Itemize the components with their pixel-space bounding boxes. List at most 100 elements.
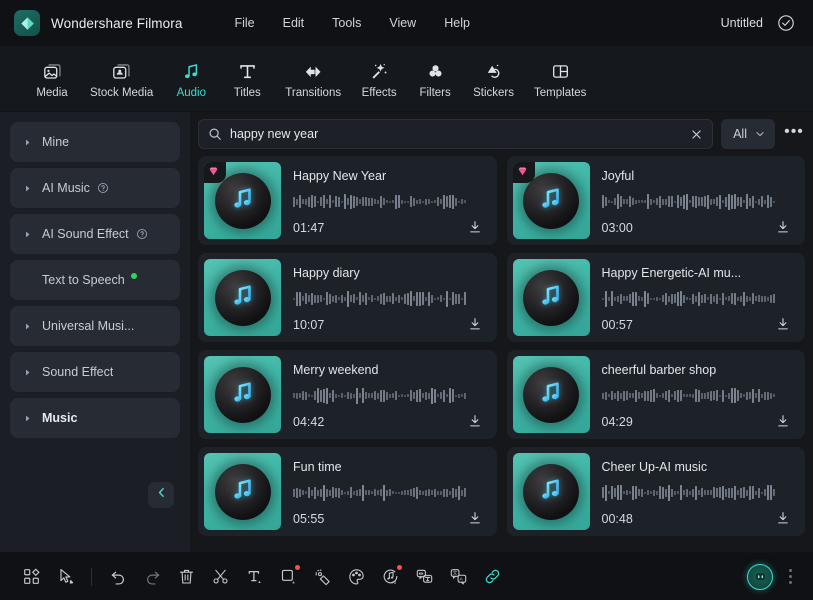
ai-audio-button[interactable]: AI <box>373 560 407 594</box>
audio-result-card[interactable]: Happy diary 10:07 <box>198 253 497 342</box>
search-input[interactable] <box>230 127 683 141</box>
download-icon[interactable] <box>467 316 483 332</box>
clear-search-icon[interactable] <box>690 128 703 141</box>
audio-track-title: Joyful <box>601 169 635 183</box>
layout-grid-icon <box>22 567 41 586</box>
download-icon[interactable] <box>467 510 483 526</box>
audio-card-bottom: 00:48 <box>602 510 792 526</box>
audio-result-card[interactable]: Joyful 03:00 <box>506 156 805 245</box>
sidebar-item-universal-musi[interactable]: Universal Musi... <box>10 306 180 346</box>
tab-stickers-label: Stickers <box>473 86 515 99</box>
tab-titles[interactable]: Titles <box>219 59 275 99</box>
type-filter-dropdown[interactable]: All <box>721 119 775 149</box>
bottom-button-group: AI 文 A <box>14 560 509 594</box>
audio-duration: 00:48 <box>601 512 633 526</box>
audio-result-card[interactable]: Cheer Up-AI music 00:48 <box>506 447 805 536</box>
sidebar-item-ai-sound-effect[interactable]: AI Sound Effect <box>10 214 180 254</box>
menu-item-tools[interactable]: Tools <box>318 11 375 35</box>
text-tool-button[interactable] <box>237 560 271 594</box>
stock-media-icon <box>111 61 132 83</box>
search-box[interactable] <box>198 119 714 149</box>
sidebar-list: Mine AI Music AI Sound Effect Text to Speec… <box>10 122 180 438</box>
tab-templates[interactable]: Templates <box>524 59 596 99</box>
color-palette-button[interactable] <box>339 560 373 594</box>
download-icon[interactable] <box>775 219 791 235</box>
redo-button[interactable] <box>135 560 169 594</box>
filmora-app-window: Wondershare Filmora File Edit Tools View… <box>0 0 813 600</box>
sidebar-item-ai-music[interactable]: AI Music <box>10 168 180 208</box>
sidebar-item-sound-effect[interactable]: Sound Effect <box>10 352 180 392</box>
speech-to-text-button[interactable] <box>407 560 441 594</box>
sidebar-item-mine[interactable]: Mine <box>10 122 180 162</box>
audio-thumbnail[interactable] <box>512 356 590 433</box>
notification-dot <box>295 564 300 570</box>
results-scroll-area[interactable]: Happy New Year 01:47 Joyful 03:00 Happy diar… <box>190 156 813 552</box>
pro-diamond-icon <box>512 162 535 183</box>
translate-button[interactable]: 文A <box>441 560 475 594</box>
tab-stickers[interactable]: Stickers <box>463 59 524 99</box>
more-options-button[interactable]: ••• <box>783 123 805 146</box>
cursor-select-button[interactable] <box>48 560 82 594</box>
download-icon[interactable] <box>467 413 483 429</box>
undo-button[interactable] <box>101 560 135 594</box>
download-icon[interactable] <box>775 413 791 429</box>
check-circle-icon[interactable] <box>777 14 795 32</box>
audio-thumbnail[interactable] <box>512 162 590 239</box>
audio-result-card[interactable]: Happy Energetic-AI mu... 00:57 <box>506 253 805 342</box>
audio-card-info: Fun time 05:55 <box>281 453 491 530</box>
ai-assistant-avatar-icon[interactable] <box>747 563 773 590</box>
menu-item-help[interactable]: Help <box>430 11 484 35</box>
tab-audio-label: Audio <box>176 86 206 99</box>
tab-filters[interactable]: Filters <box>407 59 463 99</box>
sidebar-collapse-button[interactable] <box>148 482 174 508</box>
menu-item-file[interactable]: File <box>220 11 268 35</box>
audio-result-card[interactable]: Happy New Year 01:47 <box>198 156 497 245</box>
title-bar-right: Untitled <box>721 14 799 32</box>
audio-thumbnail[interactable] <box>512 453 590 530</box>
cursor-select-icon <box>56 567 75 586</box>
text-t-icon <box>237 61 258 83</box>
music-note-icon <box>536 474 566 509</box>
tab-transitions[interactable]: Transitions <box>275 59 351 99</box>
audio-card-info: Cheer Up-AI music 00:48 <box>590 453 800 530</box>
audio-thumbnail[interactable] <box>512 259 590 336</box>
audio-result-card[interactable]: cheerful barber shop 04:29 <box>506 350 805 439</box>
audio-card-bottom: 03:00 <box>602 219 792 235</box>
audio-result-card[interactable]: Merry weekend 04:42 <box>198 350 497 439</box>
tab-filters-label: Filters <box>419 86 451 99</box>
chevron-right-icon <box>20 368 34 377</box>
crop-tool-button[interactable] <box>271 560 305 594</box>
download-icon[interactable] <box>467 219 483 235</box>
scissors-split-button[interactable] <box>203 560 237 594</box>
audio-thumbnail[interactable] <box>204 453 281 530</box>
audio-thumbnail[interactable] <box>204 259 281 336</box>
speech-to-text-icon <box>415 567 434 586</box>
download-icon[interactable] <box>775 316 791 332</box>
audio-result-card[interactable]: Fun time 05:55 <box>198 447 497 536</box>
audio-track-title: Happy New Year <box>293 169 387 183</box>
vertical-dots-icon[interactable] <box>781 569 799 584</box>
download-icon[interactable] <box>775 510 791 526</box>
audio-thumbnail[interactable] <box>204 356 281 433</box>
help-question-icon[interactable] <box>97 182 109 194</box>
filmora-logo-icon <box>14 10 40 36</box>
audio-card-bottom: 00:57 <box>602 316 792 332</box>
tab-stock-media[interactable]: Stock Media <box>80 59 163 99</box>
mask-shape-button[interactable] <box>305 560 339 594</box>
tab-titles-label: Titles <box>233 86 261 99</box>
link-chain-button[interactable] <box>475 560 509 594</box>
menu-item-view[interactable]: View <box>375 11 430 35</box>
tab-media[interactable]: Media <box>24 59 80 99</box>
sidebar-item-text-to-speech[interactable]: Text to Speech <box>10 260 180 300</box>
sidebar-item-music[interactable]: Music <box>10 398 180 438</box>
tab-effects[interactable]: Effects <box>351 59 407 99</box>
layout-grid-button[interactable] <box>14 560 48 594</box>
chevron-down-icon <box>754 128 766 140</box>
menu-item-edit[interactable]: Edit <box>269 11 319 35</box>
help-question-icon[interactable] <box>136 228 148 240</box>
color-palette-icon <box>347 567 366 586</box>
trash-delete-button[interactable] <box>169 560 203 594</box>
tab-audio[interactable]: Audio <box>163 59 219 99</box>
audio-thumbnail[interactable] <box>204 162 281 239</box>
toolbar-divider <box>91 567 92 586</box>
